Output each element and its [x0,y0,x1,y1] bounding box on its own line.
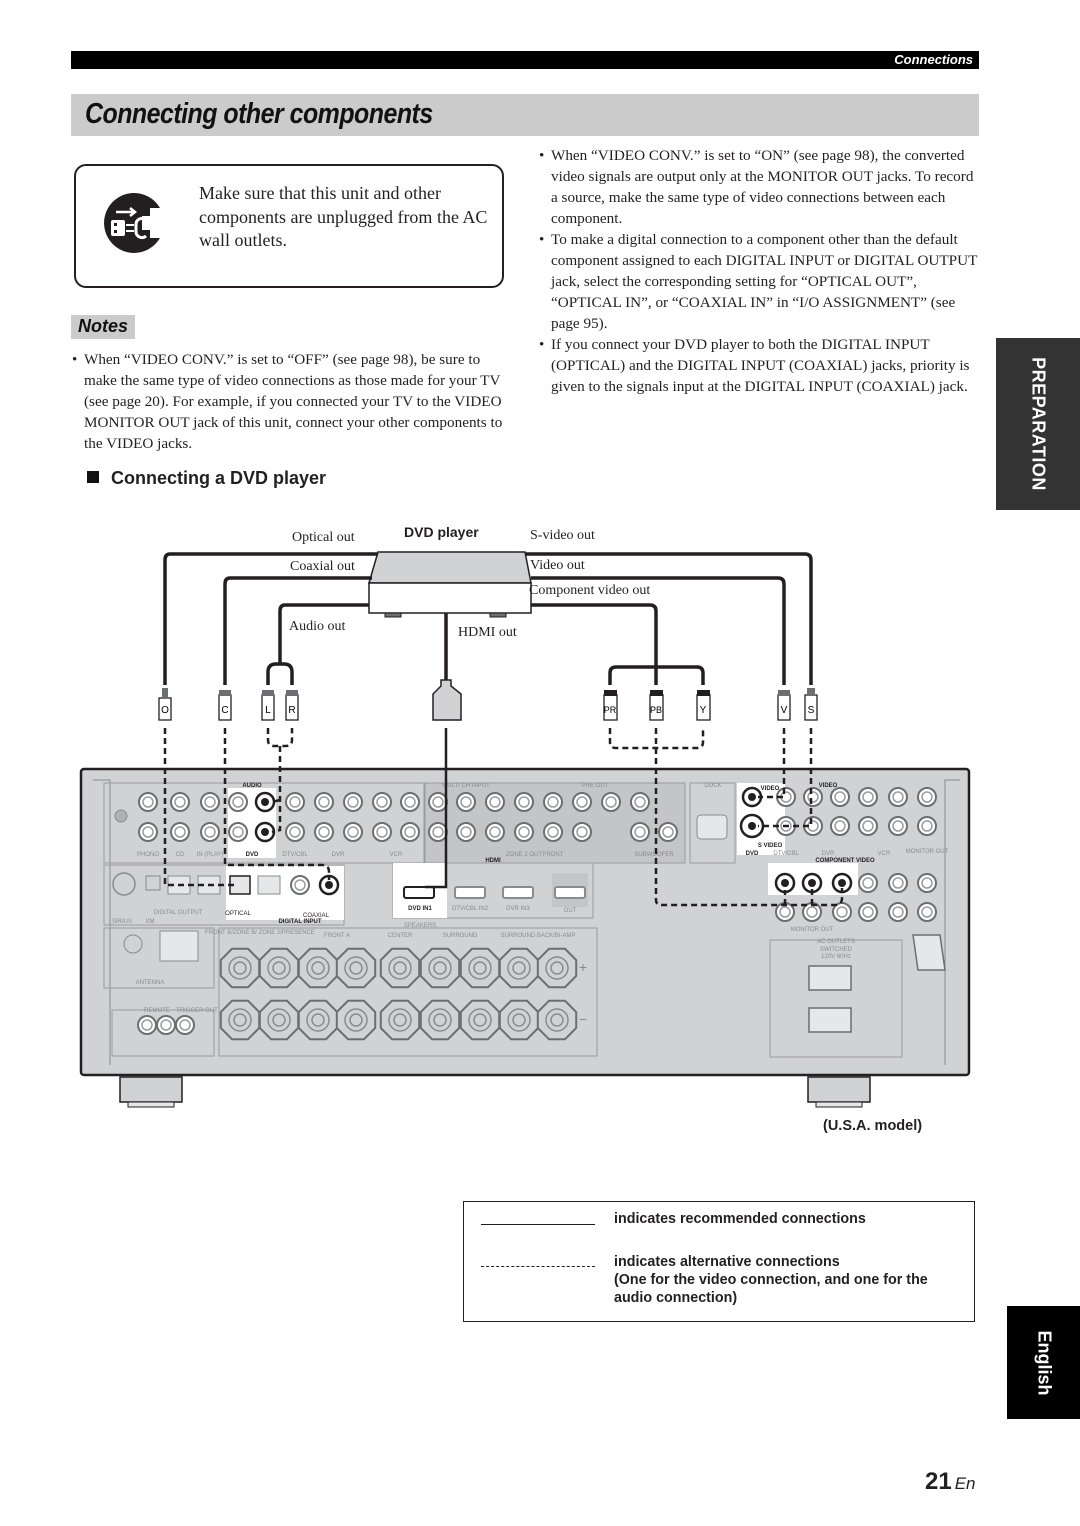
plug-optical: O [158,688,172,721]
label-component-video-out: Component video out [529,583,651,598]
svg-text:SUBWOOFER: SUBWOOFER [634,852,674,858]
dvd-player-device [368,551,532,618]
svg-text:DTV/CBL: DTV/CBL [773,851,799,857]
page-number-value: 21 [925,1468,952,1495]
svg-text:DTV/CBL: DTV/CBL [282,852,308,858]
legend-alternative-note: (One for the video connection, and one f… [614,1272,928,1306]
audio-cable [266,603,369,685]
component-cable [531,603,705,685]
svg-text:DIGITAL INPUT: DIGITAL INPUT [278,919,321,925]
label-optical-out: Optical out [292,530,355,545]
svg-text:CENTER: CENTER [388,933,413,939]
label-dvd-player: DVD player [404,524,479,540]
svg-text:OUT: OUT [564,908,577,914]
label-audio-out: Audio out [289,619,346,634]
svg-text:SURROUND: SURROUND [443,933,478,939]
plug-hdmi [432,679,462,721]
svg-text:IN (PLAY): IN (PLAY) [197,852,224,858]
svg-text:DVD: DVD [746,851,759,857]
solid-line-sample [481,1224,595,1225]
svg-text:+: + [579,959,587,975]
model-note: (U.S.A. model) [823,1118,923,1134]
svg-text:SPEAKERS: SPEAKERS [404,923,436,929]
plug-audio-l: L [261,690,275,721]
plug-component-pr: PR [603,690,618,721]
plug-video: V [777,690,791,721]
svg-text:SURROUND BACK/BI-AMP: SURROUND BACK/BI-AMP [500,933,575,939]
plug-label: V [781,705,788,716]
page-language-suffix: En [954,1474,976,1493]
svg-text:ANTENNA: ANTENNA [136,980,165,986]
svg-text:120V 60Hz: 120V 60Hz [821,954,851,960]
legend-recommended: indicates recommended connections [614,1211,866,1227]
svg-text:MONITOR OUT: MONITOR OUT [906,849,949,855]
plug-component-pb: PB [649,690,664,721]
svg-text:VCR: VCR [878,851,891,857]
label-hdmi-out: HDMI out [458,625,517,640]
side-tab-english: English [1007,1306,1080,1419]
label-video-out: Video out [530,558,585,573]
svg-text:VCR: VCR [390,852,403,858]
plugs: O C L R PR PB Y V S [158,679,818,721]
svg-text:FRONT A: FRONT A [324,933,350,939]
svg-text:SWITCHED: SWITCHED [820,947,853,953]
svg-text:SIRIUS: SIRIUS [112,919,132,925]
svg-text:MULTI CH INPUT: MULTI CH INPUT [442,783,490,789]
plug-coaxial: C [218,690,232,721]
svg-text:OPTICAL: OPTICAL [225,911,251,917]
svg-text:COAXIAL: COAXIAL [303,913,330,919]
legend-box: indicates recommended connections indica… [463,1201,975,1322]
svg-text:TRIGGER OUT: TRIGGER OUT [176,1008,218,1014]
svg-text:DVR IN3: DVR IN3 [506,906,530,912]
plug-label: S [808,705,815,716]
page-number: 21 En [925,1468,976,1496]
svg-text:MONITOR OUT: MONITOR OUT [791,927,834,933]
svg-text:DVR: DVR [332,852,345,858]
svg-text:AC OUTLETS: AC OUTLETS [817,939,855,945]
plug-label: L [265,705,271,716]
svg-text:CD: CD [176,852,185,858]
label-coaxial-out: Coaxial out [290,559,355,574]
svg-text:REMOTE: REMOTE [144,1008,170,1014]
plug-label: C [221,705,228,716]
svg-text:PRE OUT: PRE OUT [582,783,609,789]
svg-text:VIDEO: VIDEO [761,786,780,792]
legend-alternative: indicates alternative connections [614,1254,840,1270]
svg-text:FRONT B/ZONE B/ ZONE 2/PRESENC: FRONT B/ZONE B/ ZONE 2/PRESENCE [205,930,315,936]
svg-text:−: − [579,1011,587,1027]
svg-text:DVR: DVR [822,851,835,857]
svg-text:FRONT: FRONT [543,852,564,858]
label-svideo-out: S-video out [530,528,595,543]
svg-text:DOCK: DOCK [704,783,721,789]
svg-text:ZONE 2 OUT: ZONE 2 OUT [506,852,542,858]
plug-component-y: Y [696,690,711,721]
svg-text:S VIDEO: S VIDEO [758,843,783,849]
plug-label: O [161,705,169,716]
plug-label: R [288,705,295,716]
svg-text:HDMI: HDMI [485,858,501,864]
plug-audio-r: R [285,690,299,721]
plug-svideo: S [804,688,818,721]
svg-text:DTV/CBL IN2: DTV/CBL IN2 [452,906,489,912]
svg-text:DVD: DVD [246,852,259,858]
label-audio: AUDIO [242,783,262,789]
plug-label: PR [604,705,617,715]
svg-text:PHONO: PHONO [137,852,159,858]
plug-label: Y [700,705,707,716]
svg-text:DVD IN1: DVD IN1 [408,906,432,912]
plug-label: PB [650,705,662,715]
svg-text:DIGITAL OUTPUT: DIGITAL OUTPUT [153,910,202,916]
side-tab-label: English [1034,1329,1054,1396]
svg-text:XM: XM [146,919,155,925]
dashed-line-sample [481,1266,595,1267]
svg-text:VIDEO: VIDEO [819,783,838,789]
svg-text:COMPONENT VIDEO: COMPONENT VIDEO [815,858,875,864]
